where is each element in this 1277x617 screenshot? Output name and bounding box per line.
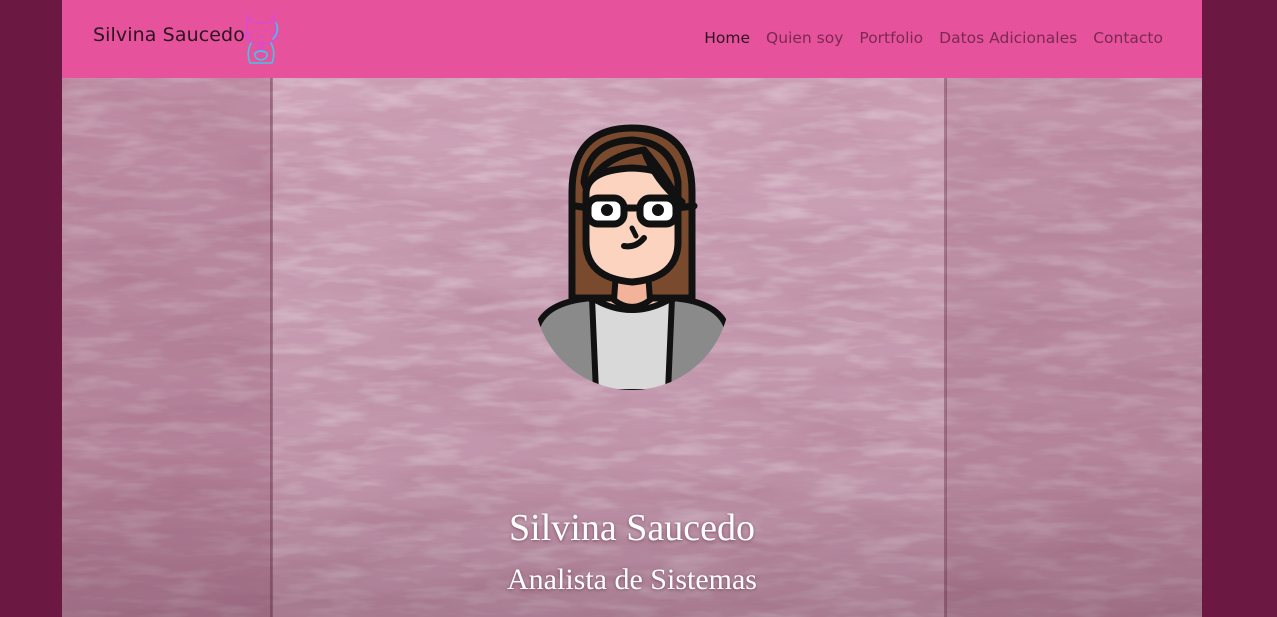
- nav-item-portfolio[interactable]: Portfolio: [859, 29, 923, 47]
- maneki-neko-cat-icon[interactable]: [240, 9, 282, 67]
- page: Silvina Saucedo Home Quien soy Portfolio…: [62, 0, 1202, 617]
- nav-menu: Home Quien soy Portfolio Datos Adicional…: [688, 29, 1163, 47]
- nav-item-quien-soy[interactable]: Quien soy: [766, 29, 843, 47]
- navbar: Silvina Saucedo Home Quien soy Portfolio…: [62, 0, 1202, 78]
- nav-item-datos-adicionales[interactable]: Datos Adicionales: [939, 29, 1077, 47]
- nav-item-home[interactable]: Home: [704, 29, 750, 47]
- brand-link[interactable]: Silvina Saucedo: [93, 24, 245, 46]
- hero-name: Silvina Saucedo: [509, 507, 755, 549]
- hero-section: Silvina Saucedo Analista de Sistemas: [62, 78, 1202, 617]
- woman-with-glasses-avatar-icon: [534, 124, 730, 390]
- nav-item-contacto[interactable]: Contacto: [1093, 29, 1163, 47]
- hero-role: Analista de Sistemas: [507, 563, 757, 596]
